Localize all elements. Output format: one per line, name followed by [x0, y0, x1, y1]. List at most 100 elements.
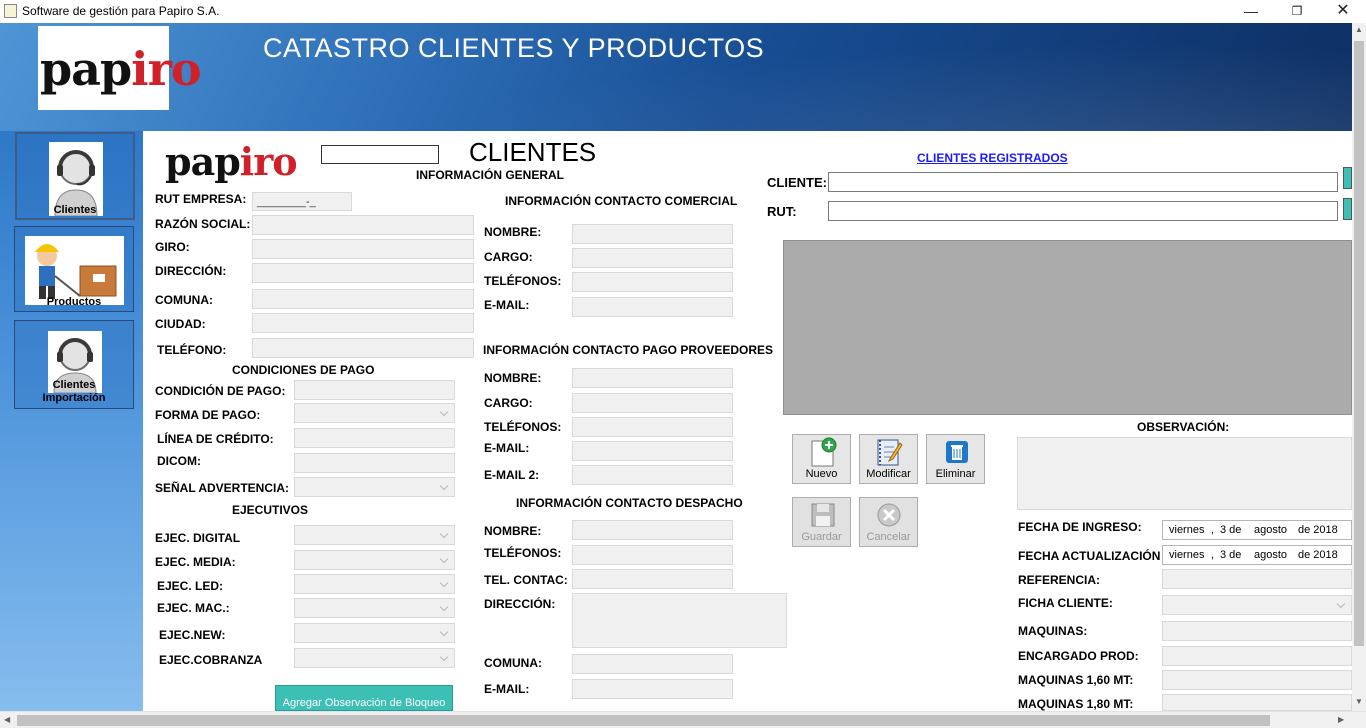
guardar-button[interactable]: Guardar: [792, 497, 851, 547]
fecha-actualizacion-day: 3 de: [1220, 549, 1242, 561]
encargado-prod-input[interactable]: [1162, 646, 1352, 666]
comercial-cargo-input[interactable]: [572, 248, 733, 268]
scroll-up-icon[interactable]: ▲: [1355, 25, 1363, 34]
ejec-cobranza-select[interactable]: [294, 648, 455, 668]
despacho-tel-contac-input[interactable]: [572, 569, 733, 589]
referencia-input[interactable]: [1162, 569, 1352, 589]
fecha-ingreso-year: de 2018: [1298, 524, 1338, 536]
proveedores-email-input[interactable]: [572, 441, 733, 461]
scroll-down-icon[interactable]: ▼: [1355, 697, 1363, 706]
sidebar-item-label: Clientes: [53, 204, 97, 216]
horizontal-scroll-thumb[interactable]: [17, 715, 1270, 726]
horizontal-scrollbar[interactable]: ◀ ▶: [0, 711, 1366, 728]
nuevo-button[interactable]: Nuevo: [792, 434, 851, 484]
proveedores-cargo-input[interactable]: [572, 393, 733, 413]
ejec-mac-label: EJEC. MAC.:: [157, 601, 230, 615]
direccion-label: DIRECCIÓN:: [155, 264, 227, 278]
senal-advertencia-select[interactable]: [294, 477, 455, 497]
maquinas-180-input[interactable]: [1162, 694, 1352, 711]
direccion-input[interactable]: [252, 263, 474, 283]
modificar-label: Modificar: [866, 468, 911, 480]
ejec-new-select[interactable]: [294, 623, 455, 643]
comercial-nombre-label: NOMBRE:: [484, 225, 542, 239]
maquinas-180-label: MAQUINAS 1,80 MT:: [1018, 697, 1134, 711]
cliente-search-input[interactable]: [828, 172, 1338, 192]
ejec-led-select[interactable]: [294, 574, 455, 594]
search-code-input[interactable]: [321, 145, 439, 164]
dicom-input[interactable]: [294, 453, 455, 473]
despacho-email-input[interactable]: [572, 679, 733, 699]
forma-pago-select[interactable]: [294, 403, 455, 423]
cancelar-button[interactable]: Cancelar: [859, 497, 918, 547]
comercial-email-input[interactable]: [572, 297, 733, 317]
restore-icon[interactable]: ❐: [1274, 0, 1320, 23]
sidebar-item-clientes[interactable]: Clientes: [15, 132, 135, 220]
linea-credito-input[interactable]: [294, 428, 455, 448]
despacho-tel-contac-label: TEL. CONTAC:: [484, 573, 568, 587]
despacho-nombre-input[interactable]: [572, 520, 733, 540]
proveedores-nombre-input[interactable]: [572, 368, 733, 388]
sidebar-item-clientes-importacion[interactable]: Clientes Importación: [14, 320, 134, 409]
giro-input[interactable]: [252, 239, 474, 259]
cliente-search-button[interactable]: [1343, 167, 1352, 189]
telefono-label: TELÉFONO:: [157, 343, 227, 357]
despacho-telefonos-input[interactable]: [572, 545, 733, 565]
maquinas-input[interactable]: [1162, 621, 1352, 641]
proveedores-email2-label: E-MAIL 2:: [484, 468, 540, 482]
rut-empresa-input[interactable]: ________-_: [252, 192, 352, 211]
scroll-right-icon[interactable]: ▶: [1338, 715, 1344, 724]
despacho-direccion-label: DIRECCIÓN:: [484, 597, 556, 611]
save-disk-icon: [811, 503, 835, 527]
agregar-observacion-button[interactable]: Agregar Observación de Bloqueo: [275, 685, 453, 711]
minimize-icon[interactable]: —: [1228, 0, 1274, 23]
proveedores-telefonos-label: TELÉFONOS:: [484, 420, 562, 434]
ciudad-input[interactable]: [252, 313, 474, 333]
vertical-scrollbar[interactable]: ▲ ▼: [1352, 23, 1366, 711]
title-bar: Software de gestión para Papiro S.A. — ❐…: [0, 0, 1366, 23]
scroll-left-icon[interactable]: ◀: [4, 715, 10, 724]
referencia-label: REFERENCIA:: [1018, 573, 1101, 587]
ejec-digital-select[interactable]: [294, 525, 455, 545]
close-icon[interactable]: ✕: [1320, 0, 1366, 23]
comercial-cargo-label: CARGO:: [484, 250, 533, 264]
ejec-media-select[interactable]: [294, 550, 455, 570]
maquinas-160-label: MAQUINAS 1,60 MT:: [1018, 673, 1134, 687]
ejec-mac-select[interactable]: [294, 598, 455, 618]
fecha-actualizacion-sep: ,: [1211, 549, 1215, 561]
ejec-led-label: EJEC. LED:: [157, 579, 224, 593]
comercial-telefonos-label: TELÉFONOS:: [484, 274, 562, 288]
despacho-comuna-input[interactable]: [572, 654, 733, 674]
condicion-pago-input[interactable]: [294, 380, 455, 400]
modificar-button[interactable]: Modificar: [859, 434, 918, 484]
section-comercial-heading: INFORMACIÓN CONTACTO COMERCIAL: [505, 194, 738, 208]
fecha-actualizacion-picker[interactable]: viernes , 3 de agosto de 2018: [1162, 545, 1352, 565]
despacho-nombre-label: NOMBRE:: [484, 524, 542, 538]
proveedores-email2-input[interactable]: [572, 465, 733, 485]
observacion-textarea[interactable]: [1017, 437, 1352, 510]
ficha-cliente-select[interactable]: [1162, 595, 1352, 615]
rut-search-button[interactable]: [1343, 198, 1352, 220]
comercial-telefonos-input[interactable]: [572, 272, 733, 292]
despacho-direccion-textarea[interactable]: [572, 593, 787, 648]
vertical-scroll-thumb[interactable]: [1354, 41, 1364, 646]
header-logo: papiro: [38, 26, 202, 110]
fecha-actualizacion-weekday: viernes: [1169, 549, 1205, 561]
fecha-actualizacion-label: FECHA ACTUALIZACIÓN: [1018, 549, 1161, 563]
rut-search-input[interactable]: [828, 201, 1338, 221]
trash-icon: [946, 441, 968, 463]
telefono-input[interactable]: [252, 338, 474, 358]
guardar-label: Guardar: [801, 531, 842, 543]
section-ejecutivos-heading: EJECUTIVOS: [232, 503, 309, 517]
clientes-registrados-link[interactable]: CLIENTES REGISTRADOS: [917, 151, 1068, 165]
comuna-input[interactable]: [252, 289, 474, 309]
maquinas-160-input[interactable]: [1162, 670, 1352, 690]
dicom-label: DICOM:: [157, 454, 201, 468]
razon-social-input[interactable]: [252, 215, 474, 235]
comercial-nombre-input[interactable]: [572, 224, 733, 244]
eliminar-button[interactable]: Eliminar: [926, 434, 985, 484]
sidebar-item-productos[interactable]: Productos: [14, 226, 134, 312]
maquinas-label: MAQUINAS:: [1018, 624, 1088, 638]
proveedores-telefonos-input[interactable]: [572, 417, 733, 437]
clientes-grid[interactable]: [783, 240, 1352, 415]
fecha-ingreso-picker[interactable]: viernes , 3 de agosto de 2018: [1162, 520, 1352, 540]
